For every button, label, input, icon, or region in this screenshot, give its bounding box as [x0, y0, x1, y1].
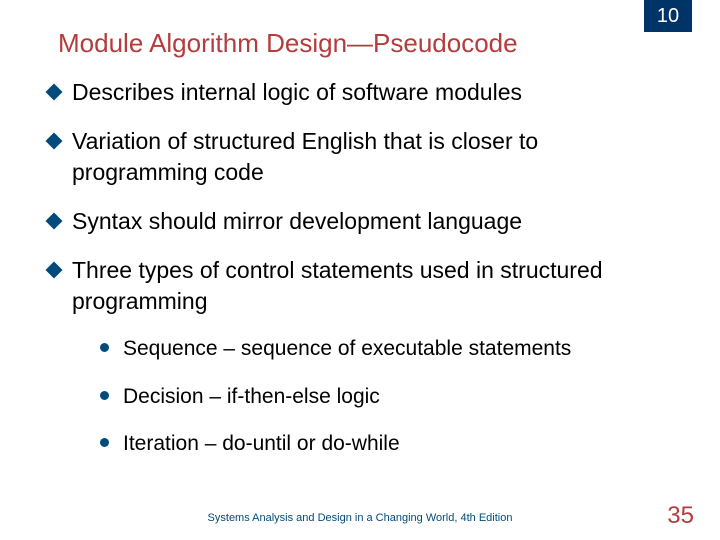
bullet-item: Syntax should mirror development languag…	[48, 206, 680, 237]
diamond-bullet-icon	[46, 262, 63, 279]
diamond-bullet-icon	[46, 213, 63, 230]
bullet-text: Syntax should mirror development languag…	[72, 206, 522, 237]
bullet-text: Describes internal logic of software mod…	[72, 77, 522, 108]
chapter-badge: 10	[644, 0, 692, 32]
diamond-bullet-icon	[46, 84, 63, 101]
footer-text: Systems Analysis and Design in a Changin…	[0, 512, 720, 524]
sub-bullet-item: Sequence – sequence of executable statem…	[100, 335, 680, 362]
chapter-number: 10	[657, 5, 679, 28]
sub-bullet-list: Sequence – sequence of executable statem…	[48, 335, 680, 457]
sub-bullet-text: Iteration – do-until or do-while	[123, 430, 400, 457]
sub-bullet-text: Decision – if-then-else logic	[123, 383, 380, 410]
sub-bullet-text: Sequence – sequence of executable statem…	[123, 335, 571, 362]
dot-bullet-icon	[100, 391, 109, 400]
sub-bullet-item: Iteration – do-until or do-while	[100, 430, 680, 457]
sub-bullet-item: Decision – if-then-else logic	[100, 383, 680, 410]
content-area: Describes internal logic of software mod…	[0, 77, 720, 457]
page-number: 35	[667, 502, 694, 530]
dot-bullet-icon	[100, 438, 109, 447]
bullet-item: Three types of control statements used i…	[48, 255, 680, 317]
diamond-bullet-icon	[46, 133, 63, 150]
dot-bullet-icon	[100, 343, 109, 352]
bullet-text: Variation of structured English that is …	[72, 126, 680, 188]
bullet-item: Variation of structured English that is …	[48, 126, 680, 188]
bullet-item: Describes internal logic of software mod…	[48, 77, 680, 108]
bullet-text: Three types of control statements used i…	[72, 255, 680, 317]
slide-title: Module Algorithm Design—Pseudocode	[0, 0, 720, 77]
